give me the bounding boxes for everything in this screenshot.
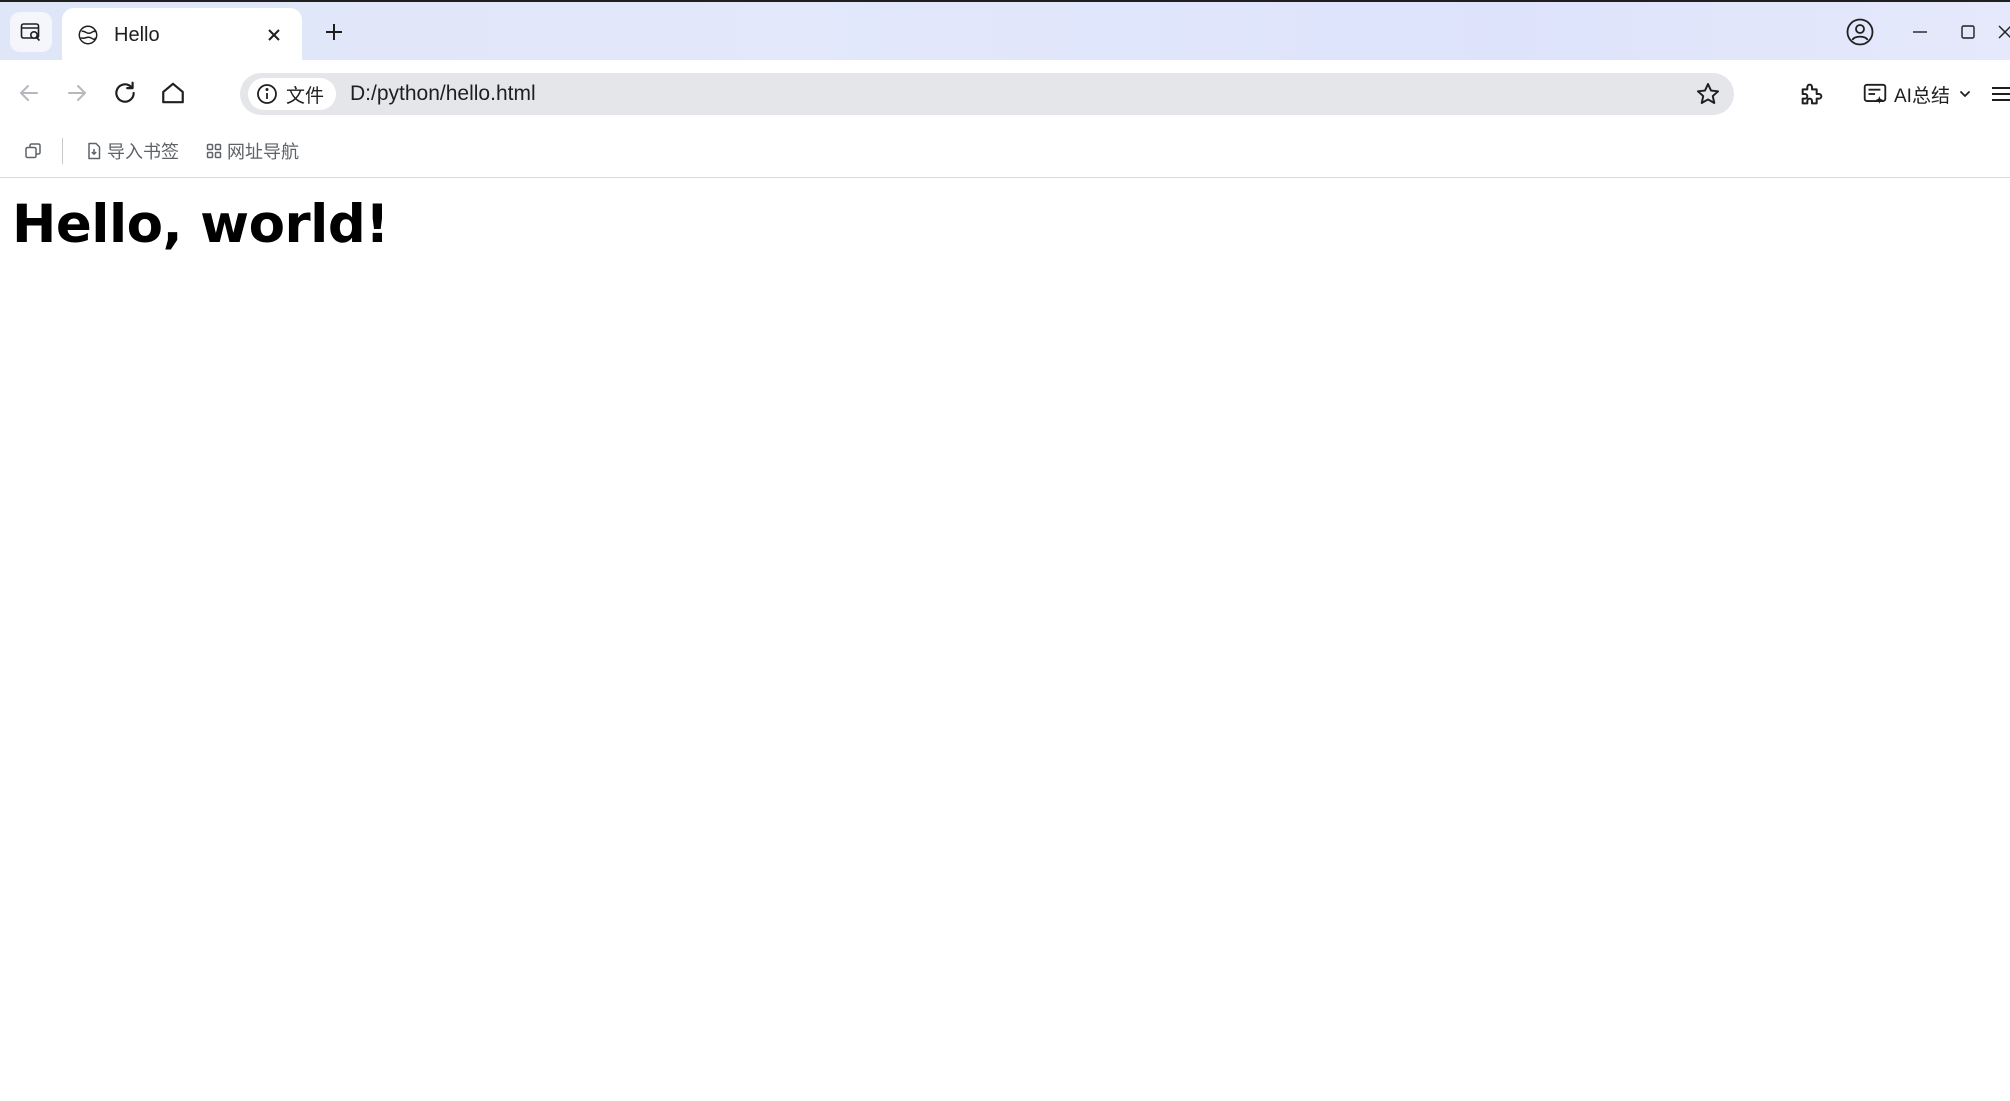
- window-controls: [1842, 14, 2010, 50]
- tab-search-button[interactable]: [10, 12, 52, 52]
- page-content: Hello, world!: [0, 178, 2010, 1101]
- close-window-button[interactable]: [1996, 14, 2010, 50]
- ai-summary-icon: [1862, 81, 1888, 107]
- import-bookmark-icon: [86, 142, 102, 160]
- info-icon: [256, 83, 278, 105]
- bookmark-web-nav-label: 网址导航: [227, 142, 299, 162]
- close-icon[interactable]: [262, 23, 286, 47]
- ai-summary-button[interactable]: AI总结: [1862, 76, 1972, 112]
- menu-button[interactable]: [1990, 76, 2010, 112]
- arrow-right-icon: [65, 81, 89, 105]
- menu-icon: [1990, 82, 2010, 106]
- reload-icon: [112, 80, 138, 106]
- bookmark-web-nav[interactable]: 网址导航: [206, 136, 299, 166]
- plus-icon: [324, 22, 344, 42]
- tab-title: Hello: [114, 23, 160, 46]
- extensions-button[interactable]: [1794, 76, 1830, 112]
- tab-hello[interactable]: Hello: [62, 8, 302, 62]
- puzzle-icon: [1798, 80, 1826, 108]
- grid-icon: [206, 143, 222, 159]
- globe-icon: [76, 23, 100, 47]
- close-window-icon: [1996, 23, 2010, 41]
- bookmarks-separator: [62, 138, 63, 164]
- url-text[interactable]: D:/python/hello.html: [350, 82, 1692, 106]
- bookmark-import[interactable]: 导入书签: [86, 136, 179, 166]
- account-button[interactable]: [1842, 14, 1878, 50]
- page-heading: Hello, world!: [12, 194, 389, 255]
- tab-collection-button[interactable]: [18, 136, 48, 166]
- copy-icon: [24, 142, 42, 160]
- toolbar: 文件 D:/python/hello.html AI总结: [0, 60, 2010, 126]
- bookmark-star-icon[interactable]: [1692, 78, 1724, 110]
- back-button[interactable]: [10, 74, 48, 112]
- address-bar[interactable]: 文件 D:/python/hello.html: [240, 73, 1734, 115]
- minimize-icon: [1911, 23, 1929, 41]
- chevron-down-icon: [1958, 87, 1972, 101]
- tab-search-icon: [19, 20, 43, 44]
- reload-button[interactable]: [106, 74, 144, 112]
- forward-button[interactable]: [58, 74, 96, 112]
- ai-summary-label: AI总结: [1894, 85, 1950, 107]
- browser-window: Hello 文件 D:/python/hello.html AI总结 导入书签 …: [0, 0, 2010, 1101]
- bookmark-import-label: 导入书签: [107, 142, 179, 162]
- minimize-button[interactable]: [1902, 14, 1938, 50]
- account-icon: [1845, 17, 1875, 47]
- bookmarks-bar: 导入书签 网址导航: [0, 126, 2010, 178]
- tab-strip: Hello: [0, 0, 2010, 62]
- maximize-icon: [1959, 23, 1977, 41]
- maximize-button[interactable]: [1950, 14, 1986, 50]
- arrow-left-icon: [17, 81, 41, 105]
- site-info-chip[interactable]: 文件: [248, 78, 337, 110]
- home-icon: [160, 80, 186, 106]
- home-button[interactable]: [154, 74, 192, 112]
- new-tab-button[interactable]: [318, 16, 350, 48]
- site-info-label: 文件: [286, 85, 325, 107]
